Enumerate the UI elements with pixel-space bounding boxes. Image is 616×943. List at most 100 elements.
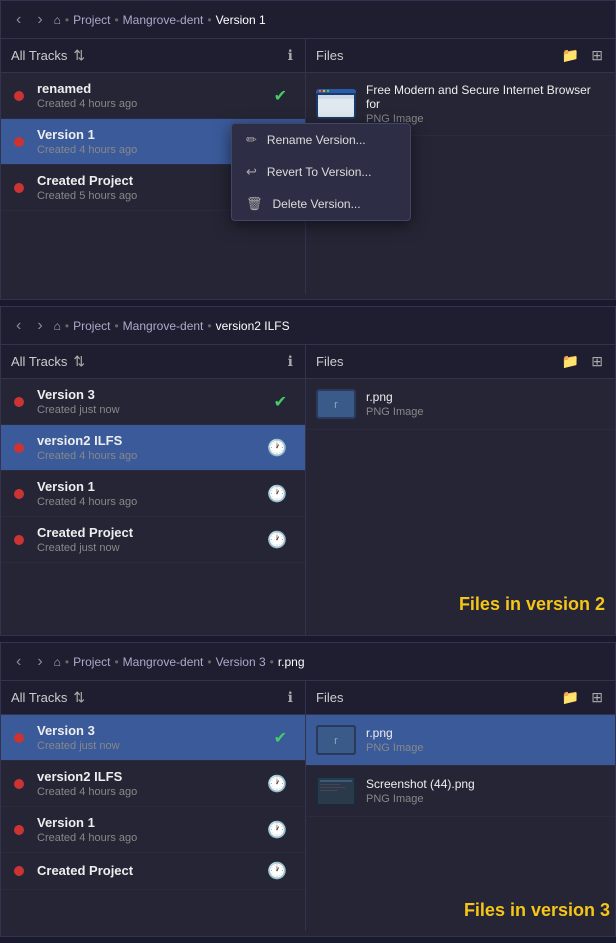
delete-version-item[interactable]: 🗑 Delete Version... <box>232 188 410 220</box>
breadcrumb-project-3[interactable]: Project <box>73 655 110 669</box>
clock-icon-v2ilfs: 🕐 <box>259 438 295 458</box>
vdate-v2ilfs: Created 4 hours ago <box>37 450 259 462</box>
vname-v1-p2: Version 1 <box>37 479 259 494</box>
file-item-rpng-p2[interactable]: r r.png PNG Image <box>306 379 615 430</box>
breadcrumb-mangrove-2[interactable]: Mangrove-dent <box>123 319 204 333</box>
vname-created-p3: Created Project <box>37 863 259 878</box>
info-icon-3[interactable]: ℹ <box>286 687 295 708</box>
version-date-renamed: Created 4 hours ago <box>37 98 266 110</box>
overlay-text-2: Files in version 2 <box>459 594 605 615</box>
vdate-v3-p3: Created just now <box>37 740 266 752</box>
breadcrumb-3: ⌂ • Project • Mangrove-dent • Version 3 … <box>54 655 305 669</box>
file-name-screenshot-p3: Screenshot (44).png <box>366 777 605 791</box>
forward-button-1[interactable]: › <box>32 9 47 31</box>
files-pane-2: Files 📁 ⊞ r r.png PNG Image <box>306 345 615 635</box>
file-item-screenshot-p3[interactable]: Screenshot (44).png PNG Image <box>306 766 615 817</box>
vname-v2ilfs: version2 ILFS <box>37 433 259 448</box>
rename-icon: ✏ <box>246 132 257 148</box>
breadcrumb-project-1[interactable]: Project <box>73 13 110 27</box>
svg-text:r: r <box>334 735 338 747</box>
breadcrumb-version-1[interactable]: Version 1 <box>216 13 266 27</box>
version-item-v1-p2[interactable]: Version 1 Created 4 hours ago 🕐 <box>1 471 305 517</box>
panel-3: ‹ › ⌂ • Project • Mangrove-dent • Versio… <box>0 642 616 937</box>
timeline-dot <box>14 866 24 876</box>
grid-icon-3[interactable]: ⊞ <box>589 687 605 708</box>
info-icon-2[interactable]: ℹ <box>286 351 295 372</box>
home-icon-3: ⌂ <box>54 655 61 669</box>
revert-icon: ↩ <box>246 164 257 180</box>
files-label-1: Files <box>316 48 343 63</box>
file-item-rpng-p3[interactable]: r r.png PNG Image <box>306 715 615 766</box>
overlay-text-3: Files in version 3 <box>464 900 610 921</box>
timeline-dot <box>14 535 24 545</box>
breadcrumb-mangrove-3[interactable]: Mangrove-dent <box>123 655 204 669</box>
folder-icon-3[interactable]: 📁 <box>560 687 581 708</box>
tracks-pane-3: All Tracks ⇅ ℹ Version 3 Created just no… <box>1 681 306 931</box>
timeline-dot <box>14 137 24 147</box>
version-item-v3-p3[interactable]: Version 3 Created just now ✔ <box>1 715 305 761</box>
breadcrumb-version-2[interactable]: version2 ILFS <box>216 319 290 333</box>
timeline-dot <box>14 733 24 743</box>
vdate-v1-p2: Created 4 hours ago <box>37 496 259 508</box>
version-item-v3-p2[interactable]: Version 3 Created just now ✔ <box>1 379 305 425</box>
file-thumb-rpng-p3: r <box>316 725 356 755</box>
sort-icon-2[interactable]: ⇅ <box>71 351 87 372</box>
back-button-1[interactable]: ‹ <box>11 9 26 31</box>
version-item-renamed[interactable]: renamed Created 4 hours ago ✔ <box>1 73 305 119</box>
version-item-v2ilfs-p3[interactable]: version2 ILFS Created 4 hours ago 🕐 <box>1 761 305 807</box>
clock-icon-v1-p3: 🕐 <box>259 820 295 840</box>
folder-icon-1[interactable]: 📁 <box>560 45 581 66</box>
file-name-rpng-p3: r.png <box>366 726 605 740</box>
files-header-2: Files 📁 ⊞ <box>306 345 615 379</box>
version-name-v1: Version 1 <box>37 127 259 142</box>
trash-icon: 🗑 <box>246 196 263 212</box>
breadcrumb-1: ⌂ • Project • Mangrove-dent • Version 1 <box>54 13 266 27</box>
file-type-screenshot-p3: PNG Image <box>366 793 605 805</box>
vname-v2ilfs-p3: version2 ILFS <box>37 769 259 784</box>
timeline-dot <box>14 91 24 101</box>
timeline-dot <box>14 779 24 789</box>
content-row-2: All Tracks ⇅ ℹ Version 3 Created just no… <box>1 345 615 635</box>
grid-icon-2[interactable]: ⊞ <box>589 351 605 372</box>
version-item-created-p2[interactable]: Created Project Created just now 🕐 <box>1 517 305 563</box>
breadcrumb-v3-3[interactable]: Version 3 <box>216 655 266 669</box>
file-thumb-rpng-p2: r <box>316 389 356 419</box>
nav-bar-3: ‹ › ⌂ • Project • Mangrove-dent • Versio… <box>1 643 615 681</box>
version-item-created-p3[interactable]: Created Project 🕐 <box>1 853 305 890</box>
timeline-dot <box>14 443 24 453</box>
breadcrumb-project-2[interactable]: Project <box>73 319 110 333</box>
svg-text:r: r <box>334 399 338 411</box>
revert-version-item[interactable]: ↩ Revert To Version... <box>232 156 410 188</box>
version-date-v1: Created 4 hours ago <box>37 144 259 156</box>
file-thumb-screenshot-p3 <box>316 776 356 806</box>
clock-icon-v1-p2: 🕐 <box>259 484 295 504</box>
version-item-v1-p3[interactable]: Version 1 Created 4 hours ago 🕐 <box>1 807 305 853</box>
panel-1: ‹ › ⌂ • Project • Mangrove-dent • Versio… <box>0 0 616 300</box>
files-label-3: Files <box>316 690 343 705</box>
panel-2: ‹ › ⌂ • Project • Mangrove-dent • versio… <box>0 306 616 636</box>
version-item-v2ilfs[interactable]: version2 ILFS Created 4 hours ago 🕐 <box>1 425 305 471</box>
back-button-3[interactable]: ‹ <box>11 651 26 673</box>
info-icon-1[interactable]: ℹ <box>286 45 295 66</box>
folder-icon-2[interactable]: 📁 <box>560 351 581 372</box>
tracks-label-3: All Tracks <box>11 690 67 705</box>
breadcrumb-rpng-3[interactable]: r.png <box>278 655 305 669</box>
sort-icon-3[interactable]: ⇅ <box>71 687 87 708</box>
forward-button-3[interactable]: › <box>32 651 47 673</box>
nav-bar-1: ‹ › ⌂ • Project • Mangrove-dent • Versio… <box>1 1 615 39</box>
forward-button-2[interactable]: › <box>32 315 47 337</box>
files-header-1: Files 📁 ⊞ <box>306 39 615 73</box>
version-name-renamed: renamed <box>37 81 266 96</box>
tracks-list-1: renamed Created 4 hours ago ✔ Version 1 … <box>1 73 305 211</box>
rename-version-item[interactable]: ✏ Rename Version... <box>232 124 410 156</box>
vdate-v2ilfs-p3: Created 4 hours ago <box>37 786 259 798</box>
file-type-rpng-p2: PNG Image <box>366 406 605 418</box>
clock-icon-created-p2: 🕐 <box>259 530 295 550</box>
content-row-1: All Tracks ⇅ ℹ renamed Created 4 hours a… <box>1 39 615 294</box>
breadcrumb-mangrove-1[interactable]: Mangrove-dent <box>123 13 204 27</box>
timeline-dot <box>14 489 24 499</box>
sort-icon-1[interactable]: ⇅ <box>71 45 87 66</box>
vname-v1-p3: Version 1 <box>37 815 259 830</box>
back-button-2[interactable]: ‹ <box>11 315 26 337</box>
grid-icon-1[interactable]: ⊞ <box>589 45 605 66</box>
